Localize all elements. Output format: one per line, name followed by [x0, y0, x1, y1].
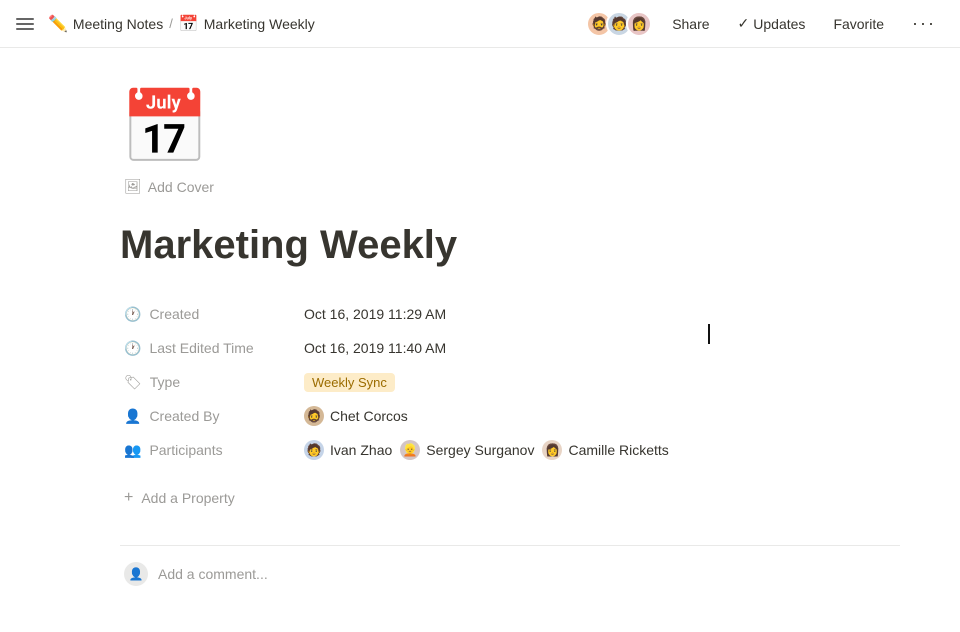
person-camille-ricketts[interactable]: 👩 Camille Ricketts [542, 440, 668, 460]
ivan-zhao-avatar: 🧑 [304, 440, 324, 460]
clock-icon-2: 🕐 [124, 340, 141, 357]
property-participants-label: Participants [149, 442, 222, 458]
property-participants-value: 🧑 Ivan Zhao 👱 Sergey Surganov 👩 Camille … [304, 440, 669, 460]
property-created-by-value: 🧔 Chet Corcos [304, 406, 408, 426]
properties-table: 🕐 Created Oct 16, 2019 11:29 AM 🕐 Last E… [120, 297, 900, 467]
property-last-edited-text: Oct 16, 2019 11:40 AM [304, 340, 446, 356]
person-icon: 👤 [124, 408, 141, 425]
property-last-edited-value: Oct 16, 2019 11:40 AM [304, 340, 446, 356]
property-created-key: 🕐 Created [124, 306, 304, 323]
marketing-weekly-icon: 📅 [179, 14, 199, 34]
tag-icon: 🏷 [124, 374, 142, 391]
topbar-right: 🧔 🧑 👩 Share ✓ Updates Favorite ··· [586, 9, 944, 38]
property-participants-key: 👥 Participants [124, 442, 304, 459]
property-type-label: Type [150, 374, 180, 390]
image-icon: 🖼 [124, 178, 142, 195]
property-type-key: 🏷 Type [124, 374, 304, 391]
property-created[interactable]: 🕐 Created Oct 16, 2019 11:29 AM [120, 297, 900, 331]
breadcrumb-marketing-weekly[interactable]: 📅 Marketing Weekly [179, 14, 315, 34]
plus-icon: + [124, 489, 133, 507]
meeting-notes-icon: ✏️ [48, 14, 68, 34]
collaborators-avatars[interactable]: 🧔 🧑 👩 [586, 11, 652, 37]
ivan-zhao-name: Ivan Zhao [330, 442, 392, 458]
property-type-value: Weekly Sync [304, 373, 395, 392]
property-created-label: Created [149, 306, 199, 322]
property-last-edited-key: 🕐 Last Edited Time [124, 340, 304, 357]
person-ivan-zhao[interactable]: 🧑 Ivan Zhao [304, 440, 392, 460]
type-tag-badge[interactable]: Weekly Sync [304, 373, 395, 392]
share-button[interactable]: Share [664, 12, 717, 36]
avatar-3: 👩 [626, 11, 652, 37]
page-emoji-icon[interactable]: 📅 [120, 88, 200, 168]
main-content: 📅 🖼 Add Cover Marketing Weekly 🕐 Created… [0, 48, 900, 632]
add-cover-label: Add Cover [148, 179, 214, 195]
page-title[interactable]: Marketing Weekly [120, 221, 900, 269]
property-created-text: Oct 16, 2019 11:29 AM [304, 306, 446, 322]
updates-label: Updates [753, 16, 805, 32]
property-type[interactable]: 🏷 Type Weekly Sync [120, 365, 900, 399]
text-cursor [708, 324, 710, 344]
breadcrumb: ✏️ Meeting Notes / 📅 Marketing Weekly [48, 14, 315, 34]
breadcrumb-meeting-notes-label: Meeting Notes [73, 16, 163, 32]
property-created-by-label: Created By [149, 408, 219, 424]
sergey-surganov-avatar: 👱 [400, 440, 420, 460]
property-created-by-key: 👤 Created By [124, 408, 304, 425]
sergey-surganov-name: Sergey Surganov [426, 442, 534, 458]
breadcrumb-separator: / [169, 16, 173, 31]
property-created-value: Oct 16, 2019 11:29 AM [304, 306, 446, 322]
share-label: Share [672, 16, 709, 32]
topbar-left: ✏️ Meeting Notes / 📅 Marketing Weekly [16, 14, 586, 34]
add-property-button[interactable]: + Add a Property [120, 483, 239, 513]
property-created-by[interactable]: 👤 Created By 🧔 Chet Corcos [120, 399, 900, 433]
property-last-edited[interactable]: 🕐 Last Edited Time Oct 16, 2019 11:40 AM [120, 331, 900, 365]
more-options-button[interactable]: ··· [904, 9, 944, 38]
clock-icon: 🕐 [124, 306, 141, 323]
person-sergey-surganov[interactable]: 👱 Sergey Surganov [400, 440, 534, 460]
breadcrumb-meeting-notes[interactable]: ✏️ Meeting Notes [48, 14, 163, 34]
camille-ricketts-avatar: 👩 [542, 440, 562, 460]
updates-button[interactable]: ✓ Updates [730, 11, 814, 36]
comment-area: 👤 Add a comment... [120, 545, 900, 592]
camille-ricketts-name: Camille Ricketts [568, 442, 668, 458]
chet-corcos-avatar: 🧔 [304, 406, 324, 426]
check-icon: ✓ [738, 15, 750, 32]
page-icon-area: 📅 [120, 88, 900, 168]
person-chet-corcos[interactable]: 🧔 Chet Corcos [304, 406, 408, 426]
property-last-edited-label: Last Edited Time [149, 340, 253, 356]
comment-input[interactable]: Add a comment... [158, 566, 268, 582]
breadcrumb-marketing-weekly-label: Marketing Weekly [204, 16, 315, 32]
topbar: ✏️ Meeting Notes / 📅 Marketing Weekly 🧔 … [0, 0, 960, 48]
more-dots-icon: ··· [912, 13, 936, 34]
add-property-label: Add a Property [141, 490, 234, 506]
chet-corcos-name: Chet Corcos [330, 408, 408, 424]
hamburger-menu-button[interactable] [16, 14, 36, 34]
group-icon: 👥 [124, 442, 141, 459]
comment-user-avatar: 👤 [124, 562, 148, 586]
favorite-label: Favorite [833, 16, 884, 32]
property-participants[interactable]: 👥 Participants 🧑 Ivan Zhao 👱 Sergey Surg… [120, 433, 900, 467]
add-cover-button[interactable]: 🖼 Add Cover [120, 176, 218, 197]
favorite-button[interactable]: Favorite [825, 12, 892, 36]
